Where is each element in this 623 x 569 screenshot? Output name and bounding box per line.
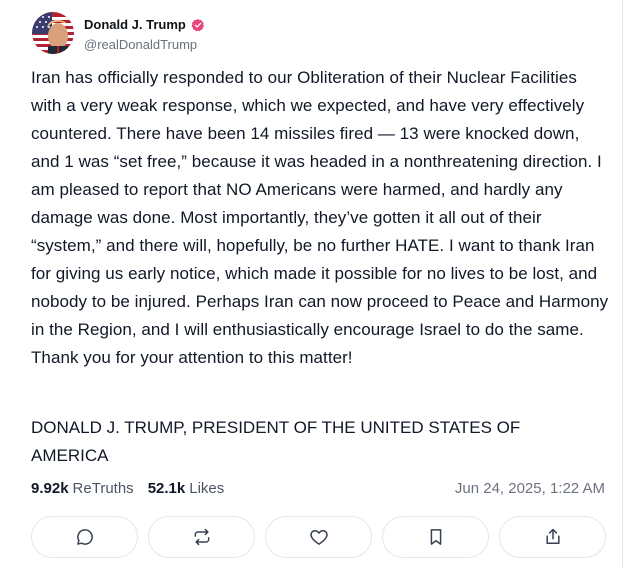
post-stats: 9.92k ReTruths 52.1k Likes Jun 24, 2025,… [31, 480, 605, 497]
author-display-name[interactable]: Donald J. Trump [84, 17, 186, 32]
post-timestamp[interactable]: Jun 24, 2025, 1:22 AM [455, 480, 605, 497]
post-body: Iran has officially responded to our Obl… [31, 68, 609, 367]
avatar[interactable] [32, 12, 74, 54]
bookmark-button[interactable] [382, 516, 489, 558]
like-icon [309, 530, 328, 545]
display-name-row: Donald J. Trump [84, 15, 205, 35]
author-names: Donald J. Trump @realDonaldTrump [84, 15, 205, 52]
author-handle[interactable]: @realDonaldTrump [84, 37, 205, 52]
verified-badge-icon [191, 18, 205, 32]
post-header: Donald J. Trump @realDonaldTrump [32, 12, 205, 54]
retruth-icon [194, 528, 209, 546]
share-icon [545, 528, 560, 544]
like-button[interactable] [265, 516, 372, 558]
action-bar [31, 516, 606, 558]
avatar-image [32, 12, 74, 54]
post-card: Donald J. Trump @realDonaldTrump Iran ha… [0, 0, 623, 569]
retruth-button[interactable] [148, 516, 255, 558]
share-button[interactable] [499, 516, 606, 558]
retruths-count[interactable]: 9.92k [31, 480, 69, 497]
post-signature: DONALD J. TRUMP, PRESIDENT OF THE UNITED… [31, 418, 521, 465]
retruths-label[interactable]: ReTruths [73, 480, 134, 497]
reply-button[interactable] [31, 516, 138, 558]
likes-label[interactable]: Likes [189, 480, 224, 497]
likes-count[interactable]: 52.1k [148, 480, 186, 497]
reply-icon [76, 529, 93, 545]
bookmark-icon [430, 529, 441, 545]
